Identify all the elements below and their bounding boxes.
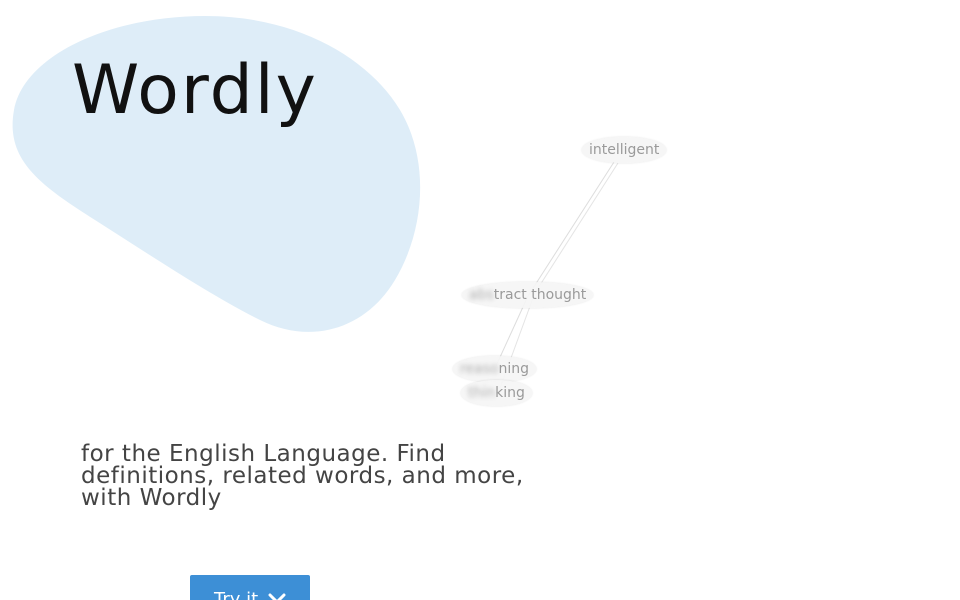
graph-node-label: ning xyxy=(498,361,530,377)
hero-tagline: for the English Language. Find definitio… xyxy=(81,441,524,511)
try-it-label: Try it xyxy=(214,589,259,600)
graph-node-label-blurred: reaso xyxy=(460,361,499,377)
landing-page: Wordly intelligent abstract thought reas… xyxy=(0,0,960,600)
graph-node-abstract-thought[interactable]: abstract thought xyxy=(462,282,594,308)
graph-node-thinking[interactable]: thinking xyxy=(461,380,532,406)
graph-node-label: intelligent xyxy=(589,142,660,158)
graph-node-reasoning[interactable]: reasoning xyxy=(453,356,537,382)
graph-node-label: tract thought xyxy=(493,287,587,303)
chevron-down-icon xyxy=(268,579,286,600)
graph-node-label-blurred: thin xyxy=(468,385,496,401)
graph-node-label: king xyxy=(495,385,525,401)
brand-title: Wordly xyxy=(72,51,318,130)
try-it-button[interactable]: Try it xyxy=(190,575,310,600)
graph-node-intelligent[interactable]: intelligent xyxy=(582,137,667,163)
graph-node-label-blurred: abs xyxy=(469,287,494,303)
